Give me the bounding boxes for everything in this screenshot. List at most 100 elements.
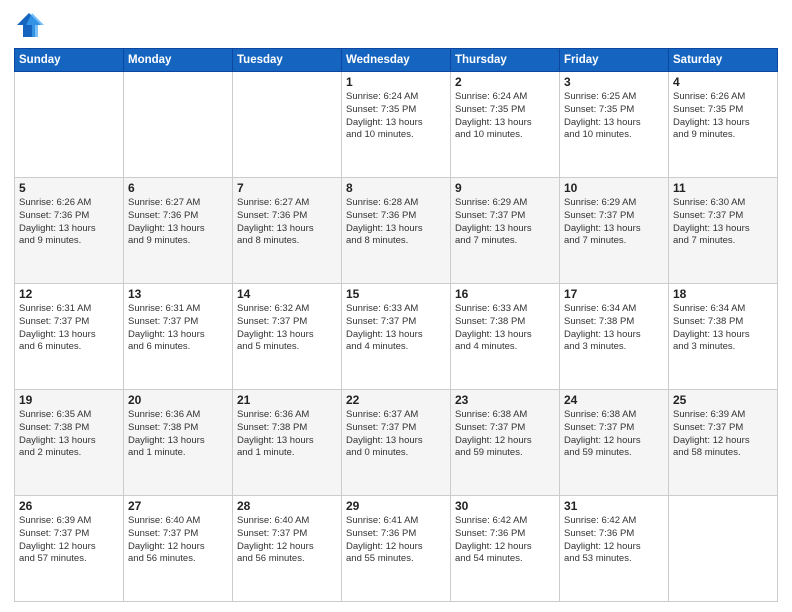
day-info-1: Sunrise: 6:24 AM Sunset: 7:35 PM Dayligh…	[346, 91, 446, 142]
day-cell-22: 22 Sunrise: 6:37 AM Sunset: 7:37 PM Dayli…	[342, 390, 451, 496]
week-row-1: 1 Sunrise: 6:24 AM Sunset: 7:35 PM Daylig…	[15, 72, 778, 178]
day-cell-9: 9Sunrise: 6:29 AM Sunset: 7:37 PM Daylig…	[451, 178, 560, 284]
day-cell-19: 19 Sunrise: 6:35 AM Sunset: 7:38 PM Dayli…	[15, 390, 124, 496]
day-info-6: Sunrise: 6:27 AM Sunset: 7:36 PM Dayligh…	[128, 197, 228, 248]
day-info-16: Sunrise: 6:33 AM Sunset: 7:38 PM Dayligh…	[455, 303, 555, 354]
day-number-24: 24	[564, 393, 664, 407]
day-info-17: Sunrise: 6:34 AM Sunset: 7:38 PM Dayligh…	[564, 303, 664, 354]
day-cell-7: 7 Sunrise: 6:27 AM Sunset: 7:36 PM Daylig…	[233, 178, 342, 284]
day-cell-5: 5 Sunrise: 6:26 AM Sunset: 7:36 PM Daylig…	[15, 178, 124, 284]
week-row-2: 5 Sunrise: 6:26 AM Sunset: 7:36 PM Daylig…	[15, 178, 778, 284]
header-day-sunday: Sunday	[15, 49, 124, 72]
week-row-5: 26 Sunrise: 6:39 AM Sunset: 7:37 PM Dayli…	[15, 496, 778, 602]
day-number-11: 11	[673, 181, 773, 195]
day-number-1: 1	[346, 75, 446, 89]
day-number-19: 19	[19, 393, 119, 407]
day-number-8: 8	[346, 181, 446, 195]
day-number-26: 26	[19, 499, 119, 513]
day-info-21: Sunrise: 6:36 AM Sunset: 7:38 PM Dayligh…	[237, 409, 337, 460]
day-info-30: Sunrise: 6:42 AM Sunset: 7:36 PM Dayligh…	[455, 515, 555, 566]
day-info-5: Sunrise: 6:26 AM Sunset: 7:36 PM Dayligh…	[19, 197, 119, 248]
day-info-26: Sunrise: 6:39 AM Sunset: 7:37 PM Dayligh…	[19, 515, 119, 566]
day-info-7: Sunrise: 6:27 AM Sunset: 7:36 PM Dayligh…	[237, 197, 337, 248]
day-number-18: 18	[673, 287, 773, 301]
day-number-10: 10	[564, 181, 664, 195]
header-day-monday: Monday	[124, 49, 233, 72]
day-cell-3: 3Sunrise: 6:25 AM Sunset: 7:35 PM Daylig…	[560, 72, 669, 178]
day-info-12: Sunrise: 6:31 AM Sunset: 7:37 PM Dayligh…	[19, 303, 119, 354]
day-number-23: 23	[455, 393, 555, 407]
day-number-5: 5	[19, 181, 119, 195]
empty-cell-0-1	[124, 72, 233, 178]
day-cell-16: 16 Sunrise: 6:33 AM Sunset: 7:38 PM Dayli…	[451, 284, 560, 390]
day-cell-2: 2 Sunrise: 6:24 AM Sunset: 7:35 PM Daylig…	[451, 72, 560, 178]
day-cell-31: 31Sunrise: 6:42 AM Sunset: 7:36 PM Dayli…	[560, 496, 669, 602]
day-cell-4: 4 Sunrise: 6:26 AM Sunset: 7:35 PM Daylig…	[669, 72, 778, 178]
day-number-21: 21	[237, 393, 337, 407]
day-info-13: Sunrise: 6:31 AM Sunset: 7:37 PM Dayligh…	[128, 303, 228, 354]
day-number-4: 4	[673, 75, 773, 89]
day-info-24: Sunrise: 6:38 AM Sunset: 7:37 PM Dayligh…	[564, 409, 664, 460]
day-number-14: 14	[237, 287, 337, 301]
day-cell-29: 29 Sunrise: 6:41 AM Sunset: 7:36 PM Dayli…	[342, 496, 451, 602]
header-day-wednesday: Wednesday	[342, 49, 451, 72]
day-cell-15: 15 Sunrise: 6:33 AM Sunset: 7:37 PM Dayli…	[342, 284, 451, 390]
day-number-7: 7	[237, 181, 337, 195]
day-info-22: Sunrise: 6:37 AM Sunset: 7:37 PM Dayligh…	[346, 409, 446, 460]
logo-icon	[14, 10, 44, 40]
day-info-10: Sunrise: 6:29 AM Sunset: 7:37 PM Dayligh…	[564, 197, 664, 248]
day-number-28: 28	[237, 499, 337, 513]
empty-cell-4-6	[669, 496, 778, 602]
day-cell-21: 21 Sunrise: 6:36 AM Sunset: 7:38 PM Dayli…	[233, 390, 342, 496]
day-cell-23: 23 Sunrise: 6:38 AM Sunset: 7:37 PM Dayli…	[451, 390, 560, 496]
day-info-11: Sunrise: 6:30 AM Sunset: 7:37 PM Dayligh…	[673, 197, 773, 248]
day-info-20: Sunrise: 6:36 AM Sunset: 7:38 PM Dayligh…	[128, 409, 228, 460]
header-day-saturday: Saturday	[669, 49, 778, 72]
day-info-27: Sunrise: 6:40 AM Sunset: 7:37 PM Dayligh…	[128, 515, 228, 566]
day-number-17: 17	[564, 287, 664, 301]
day-cell-20: 20 Sunrise: 6:36 AM Sunset: 7:38 PM Dayli…	[124, 390, 233, 496]
day-cell-1: 1 Sunrise: 6:24 AM Sunset: 7:35 PM Daylig…	[342, 72, 451, 178]
day-info-2: Sunrise: 6:24 AM Sunset: 7:35 PM Dayligh…	[455, 91, 555, 142]
day-number-13: 13	[128, 287, 228, 301]
day-info-23: Sunrise: 6:38 AM Sunset: 7:37 PM Dayligh…	[455, 409, 555, 460]
day-number-16: 16	[455, 287, 555, 301]
day-info-28: Sunrise: 6:40 AM Sunset: 7:37 PM Dayligh…	[237, 515, 337, 566]
page: SundayMondayTuesdayWednesdayThursdayFrid…	[0, 0, 792, 612]
day-number-31: 31	[564, 499, 664, 513]
day-info-14: Sunrise: 6:32 AM Sunset: 7:37 PM Dayligh…	[237, 303, 337, 354]
day-info-9: Sunrise: 6:29 AM Sunset: 7:37 PM Dayligh…	[455, 197, 555, 248]
day-cell-18: 18 Sunrise: 6:34 AM Sunset: 7:38 PM Dayli…	[669, 284, 778, 390]
day-info-4: Sunrise: 6:26 AM Sunset: 7:35 PM Dayligh…	[673, 91, 773, 142]
header-day-friday: Friday	[560, 49, 669, 72]
day-cell-6: 6 Sunrise: 6:27 AM Sunset: 7:36 PM Daylig…	[124, 178, 233, 284]
day-number-30: 30	[455, 499, 555, 513]
day-cell-24: 24 Sunrise: 6:38 AM Sunset: 7:37 PM Dayli…	[560, 390, 669, 496]
day-number-2: 2	[455, 75, 555, 89]
day-cell-17: 17 Sunrise: 6:34 AM Sunset: 7:38 PM Dayli…	[560, 284, 669, 390]
day-info-18: Sunrise: 6:34 AM Sunset: 7:38 PM Dayligh…	[673, 303, 773, 354]
day-cell-12: 12 Sunrise: 6:31 AM Sunset: 7:37 PM Dayli…	[15, 284, 124, 390]
day-cell-26: 26 Sunrise: 6:39 AM Sunset: 7:37 PM Dayli…	[15, 496, 124, 602]
day-cell-8: 8 Sunrise: 6:28 AM Sunset: 7:36 PM Daylig…	[342, 178, 451, 284]
day-number-3: 3	[564, 75, 664, 89]
day-info-8: Sunrise: 6:28 AM Sunset: 7:36 PM Dayligh…	[346, 197, 446, 248]
day-number-15: 15	[346, 287, 446, 301]
day-cell-11: 11 Sunrise: 6:30 AM Sunset: 7:37 PM Dayli…	[669, 178, 778, 284]
day-cell-25: 25Sunrise: 6:39 AM Sunset: 7:37 PM Dayli…	[669, 390, 778, 496]
empty-cell-0-2	[233, 72, 342, 178]
day-cell-10: 10 Sunrise: 6:29 AM Sunset: 7:37 PM Dayli…	[560, 178, 669, 284]
header-day-thursday: Thursday	[451, 49, 560, 72]
day-number-6: 6	[128, 181, 228, 195]
day-number-12: 12	[19, 287, 119, 301]
calendar-header-row: SundayMondayTuesdayWednesdayThursdayFrid…	[15, 49, 778, 72]
day-info-29: Sunrise: 6:41 AM Sunset: 7:36 PM Dayligh…	[346, 515, 446, 566]
day-number-29: 29	[346, 499, 446, 513]
day-info-15: Sunrise: 6:33 AM Sunset: 7:37 PM Dayligh…	[346, 303, 446, 354]
week-row-4: 19 Sunrise: 6:35 AM Sunset: 7:38 PM Dayli…	[15, 390, 778, 496]
calendar-table: SundayMondayTuesdayWednesdayThursdayFrid…	[14, 48, 778, 602]
day-number-20: 20	[128, 393, 228, 407]
day-number-22: 22	[346, 393, 446, 407]
header-day-tuesday: Tuesday	[233, 49, 342, 72]
day-info-19: Sunrise: 6:35 AM Sunset: 7:38 PM Dayligh…	[19, 409, 119, 460]
